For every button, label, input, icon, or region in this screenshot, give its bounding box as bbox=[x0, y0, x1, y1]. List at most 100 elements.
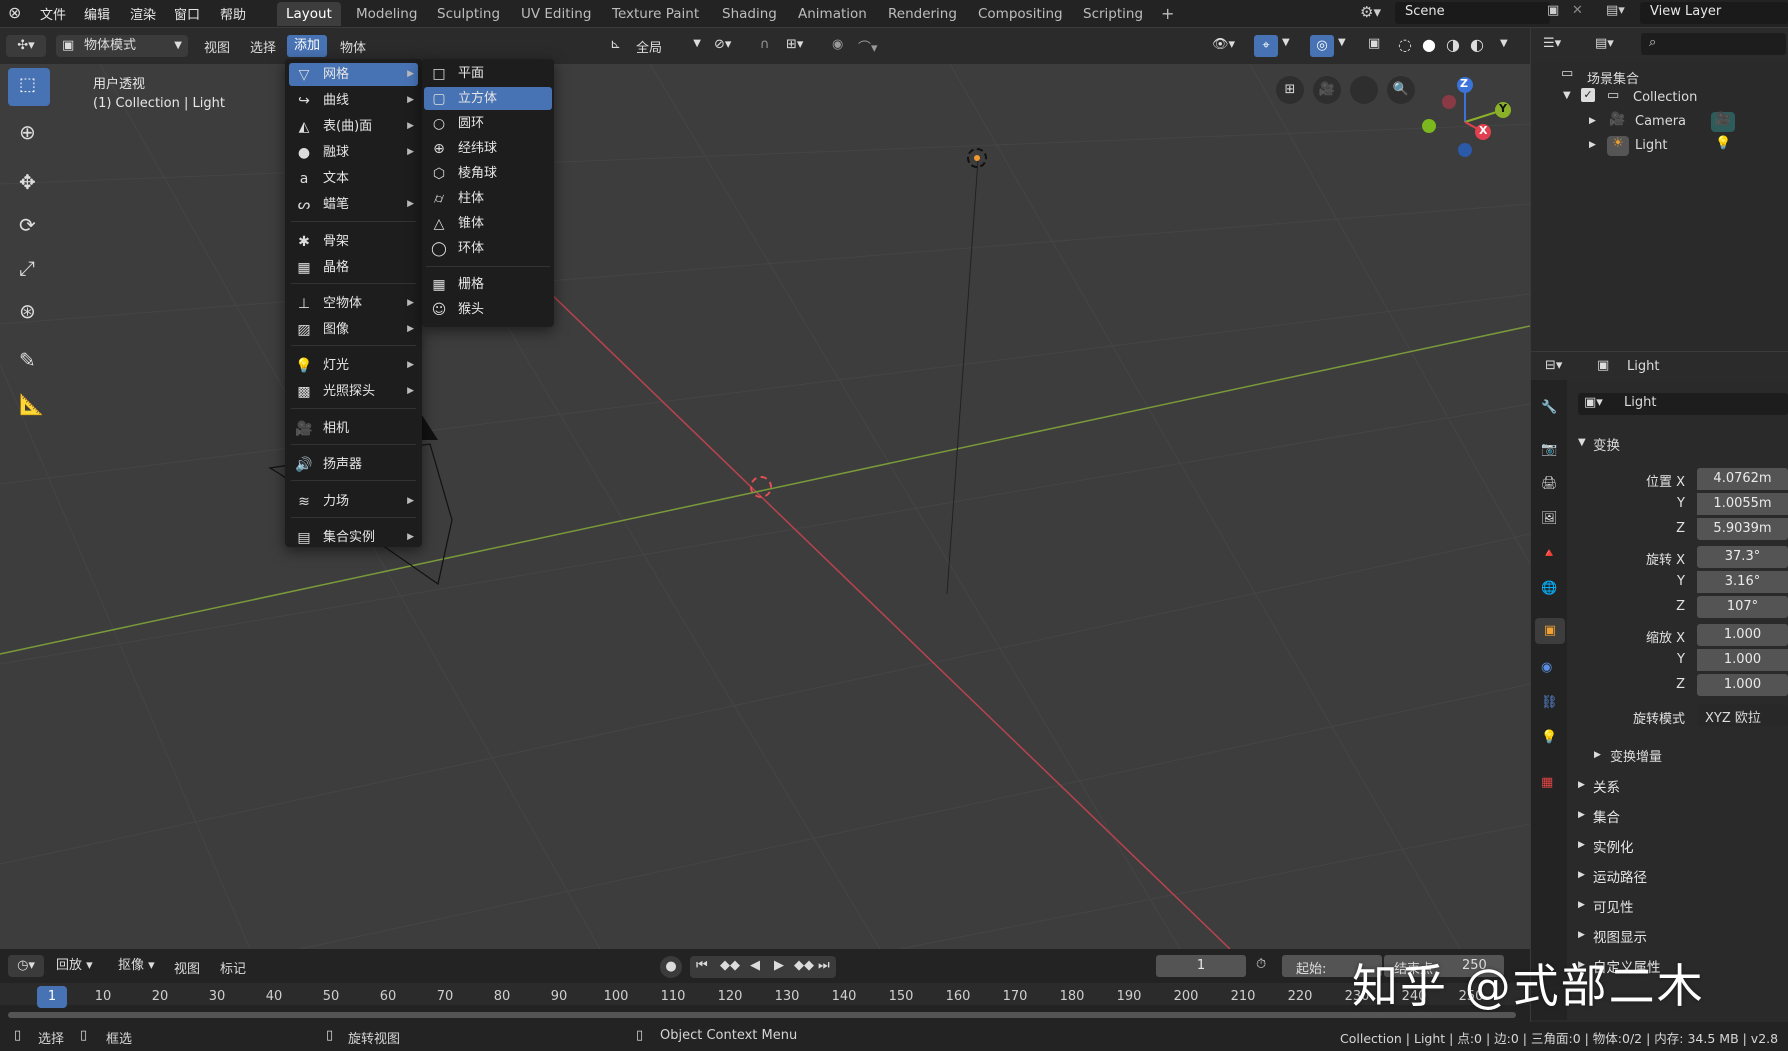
section-expand-icon[interactable]: ▶ bbox=[1578, 870, 1585, 880]
mesh-menu-item[interactable]: ☺ 猴头 bbox=[424, 298, 552, 321]
keying-menu[interactable]: 抠像 ▾ bbox=[118, 955, 172, 977]
render-tab-icon[interactable]: 📷 bbox=[1541, 442, 1557, 457]
cursor-tool[interactable]: ⊕ bbox=[8, 114, 50, 152]
menu-view[interactable]: 视图 bbox=[204, 37, 230, 56]
mesh-menu-item[interactable]: □ 平面 bbox=[424, 62, 552, 85]
snap-target-icon[interactable]: ⊞▾ bbox=[786, 37, 803, 52]
view-layer-icon[interactable]: ▤▾ bbox=[1606, 3, 1625, 18]
properties-section[interactable]: 集合 bbox=[1593, 806, 1620, 826]
editor-type-button[interactable]: ✣▾ bbox=[6, 35, 46, 57]
filter-icon[interactable]: ▤▾ bbox=[1595, 36, 1614, 51]
timeline-marker-menu[interactable]: 标记 bbox=[220, 958, 246, 977]
properties-section[interactable]: 实例化 bbox=[1593, 836, 1634, 856]
transform-orientation-selector[interactable]: ⊾ 全局 ▼ bbox=[608, 35, 703, 57]
tab-uv-editing[interactable]: UV Editing bbox=[512, 2, 600, 26]
mesh-menu-item[interactable]: ▦ 栅格 bbox=[424, 273, 552, 296]
delta-transform-expand-icon[interactable]: ▶ bbox=[1594, 750, 1601, 760]
gizmo-dropdown-icon[interactable]: ▼ bbox=[1282, 37, 1290, 48]
tab-rendering[interactable]: Rendering bbox=[879, 2, 966, 26]
3d-viewport[interactable]: 用户透视 (1) Collection | Light ⬚ ⊕ ✥ ⟳ ⤢ ⊛ … bbox=[0, 64, 1530, 949]
add-menu-item[interactable]: 🔊 扬声器 bbox=[289, 453, 418, 476]
menu-object[interactable]: 物体 bbox=[340, 37, 366, 56]
xray-icon[interactable]: ▣ bbox=[1368, 36, 1380, 51]
transform-section[interactable]: 变换 bbox=[1593, 434, 1620, 454]
delta-transform-section[interactable]: 变换增量 bbox=[1610, 746, 1662, 765]
tool-tab-icon[interactable]: 🔧 bbox=[1541, 400, 1557, 415]
rotation-x-field[interactable]: 37.3° bbox=[1697, 546, 1788, 568]
menu-add[interactable]: 添加 bbox=[287, 35, 327, 57]
scene-tab-icon[interactable]: 🔺 bbox=[1541, 546, 1557, 561]
mode-selector[interactable]: ▣ 物体模式 ▼ bbox=[56, 35, 188, 57]
section-expand-icon[interactable]: ▶ bbox=[1578, 900, 1585, 910]
material-shading-icon[interactable]: ◑ bbox=[1446, 35, 1460, 54]
properties-section[interactable]: 运动路径 bbox=[1593, 866, 1647, 886]
location-z-field[interactable]: 5.9039m bbox=[1697, 518, 1788, 540]
tab-animation[interactable]: Animation bbox=[789, 2, 876, 26]
light-object-icon[interactable] bbox=[967, 148, 987, 168]
jump-start-icon[interactable]: ⏮ bbox=[696, 958, 708, 973]
proportional-edit-icon[interactable]: ◉ bbox=[832, 37, 843, 52]
solid-shading-icon[interactable]: ● bbox=[1422, 35, 1436, 54]
play-reverse-icon[interactable]: ◀ bbox=[750, 958, 760, 973]
object-data-tab-icon[interactable]: 💡 bbox=[1541, 730, 1557, 745]
timeline-editor-type[interactable]: ◷▾ bbox=[8, 955, 44, 977]
constraint-tab-icon[interactable]: ⛓ bbox=[1541, 695, 1558, 710]
scale-x-field[interactable]: 1.000 bbox=[1697, 624, 1788, 646]
world-tab-icon[interactable]: 🌐 bbox=[1541, 581, 1557, 596]
pivot-icon[interactable]: ⊘▾ bbox=[714, 37, 731, 52]
scale-y-field[interactable]: 1.000 bbox=[1697, 649, 1788, 671]
scale-tool[interactable]: ⤢ bbox=[8, 250, 50, 288]
play-icon[interactable]: ▶ bbox=[774, 958, 784, 973]
timeline-scrollbar[interactable] bbox=[8, 1012, 1516, 1018]
close-scene-icon[interactable]: ✕ bbox=[1572, 3, 1583, 18]
tab-sculpting[interactable]: Sculpting bbox=[428, 2, 509, 26]
3d-cursor-icon[interactable] bbox=[750, 476, 772, 498]
jump-end-icon[interactable]: ⏭ bbox=[818, 958, 830, 973]
transform-expand-icon[interactable]: ▼ bbox=[1578, 437, 1586, 448]
snap-icon[interactable]: ∩ bbox=[760, 37, 770, 52]
blender-logo-icon[interactable]: ⊗ bbox=[8, 3, 21, 22]
properties-section[interactable]: 可见性 bbox=[1593, 896, 1634, 916]
timeline-view-menu[interactable]: 视图 bbox=[174, 958, 200, 977]
expand-light-icon[interactable]: ▶ bbox=[1589, 140, 1596, 150]
mesh-menu-item[interactable]: ⌭ 柱体 bbox=[424, 187, 552, 210]
mesh-menu-item[interactable]: ◯ 环体 bbox=[424, 237, 552, 260]
grid-view-icon[interactable]: ⊞ bbox=[1276, 76, 1304, 104]
properties-editor-type-icon[interactable]: ⊟▾ bbox=[1545, 358, 1562, 373]
mesh-menu-item[interactable]: ▢ 立方体 bbox=[424, 87, 552, 110]
falloff-icon[interactable]: ⌒▾ bbox=[858, 37, 878, 56]
wireframe-shading-icon[interactable]: ◌ bbox=[1398, 35, 1412, 54]
scene-collection-label[interactable]: 场景集合 bbox=[1587, 68, 1639, 87]
add-menu-item[interactable]: a 文本 bbox=[289, 167, 418, 190]
add-workspace-button[interactable]: + bbox=[1152, 2, 1183, 26]
scene-field[interactable]: Scene ▣ ✕ bbox=[1395, 2, 1583, 24]
menu-render[interactable]: 渲染 bbox=[130, 4, 156, 23]
outliner-camera-label[interactable]: Camera bbox=[1635, 114, 1686, 129]
rotation-mode-dropdown[interactable]: XYZ 欧拉 bbox=[1697, 704, 1788, 726]
rotation-z-field[interactable]: 107° bbox=[1697, 596, 1788, 618]
add-menu-item[interactable]: ▩ 光照探头 ▶ bbox=[289, 380, 418, 403]
add-menu-item[interactable]: ▤ 集合实例 ▶ bbox=[289, 526, 418, 549]
modifier-tab-icon[interactable]: ◉ bbox=[1541, 660, 1552, 675]
overlay-dropdown-icon[interactable]: ▼ bbox=[1338, 37, 1346, 48]
annotate-tool[interactable]: ✎ bbox=[8, 342, 50, 380]
gizmo-toggle-button[interactable]: ⌖ bbox=[1254, 35, 1278, 57]
scene-selector-icon[interactable]: ⚙▾ bbox=[1360, 3, 1381, 21]
object-name-field[interactable]: ▣▾ Light bbox=[1578, 393, 1788, 415]
menu-help[interactable]: 帮助 bbox=[220, 4, 246, 23]
outliner-light-label[interactable]: Light bbox=[1635, 138, 1667, 153]
display-mode-icon[interactable]: ☰▾ bbox=[1543, 36, 1561, 51]
view-layer-field[interactable]: View Layer bbox=[1640, 2, 1788, 24]
pan-view-icon[interactable] bbox=[1350, 76, 1378, 104]
add-menu-item[interactable]: ⊥ 空物体 ▶ bbox=[289, 292, 418, 315]
next-keyframe-icon[interactable]: ◆◆ bbox=[794, 958, 814, 973]
location-x-field[interactable]: 4.0762m bbox=[1697, 468, 1788, 490]
light-data-icon[interactable]: 💡 bbox=[1715, 136, 1731, 151]
prev-keyframe-icon[interactable]: ◆◆ bbox=[720, 958, 740, 973]
add-menu-item[interactable]: ↪ 曲线 ▶ bbox=[289, 89, 418, 112]
mesh-menu-item[interactable]: ⊕ 经纬球 bbox=[424, 137, 552, 160]
output-tab-icon[interactable]: 🖨 bbox=[1541, 476, 1558, 491]
record-button[interactable]: ● bbox=[660, 956, 682, 978]
menu-edit[interactable]: 编辑 bbox=[84, 4, 110, 23]
move-tool[interactable]: ✥ bbox=[8, 164, 50, 202]
